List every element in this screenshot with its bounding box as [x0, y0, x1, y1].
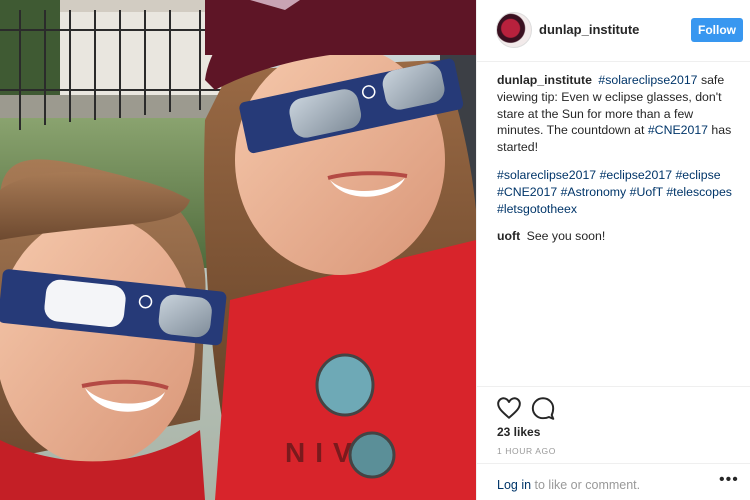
- hashtag-link[interactable]: #solareclipse2017: [598, 73, 697, 87]
- hashtag-comment: #solareclipse2017 #eclipse2017 #eclipse …: [497, 167, 743, 217]
- post-photo[interactable]: NIV: [0, 0, 476, 500]
- caption-username[interactable]: dunlap_institute: [497, 73, 592, 87]
- more-options-icon[interactable]: •••: [719, 472, 741, 490]
- hashtag-link[interactable]: #letsgototheex: [497, 202, 577, 216]
- hashtag-link[interactable]: #UofT: [630, 185, 663, 199]
- svg-text:NIV: NIV: [285, 437, 362, 468]
- hashtag-link[interactable]: #eclipse2017: [600, 168, 672, 182]
- post-side-panel: dunlap_institute Follow dunlap_institute…: [476, 0, 750, 500]
- post-actions: 23 likes 1 HOUR AGO Log in to like or co…: [477, 386, 750, 498]
- post-username[interactable]: dunlap_institute: [539, 22, 639, 37]
- login-link[interactable]: Log in: [497, 478, 531, 492]
- hashtag-link[interactable]: #eclipse: [675, 168, 720, 182]
- reply-username[interactable]: uoft: [497, 229, 520, 243]
- hashtag-link[interactable]: #CNE2017: [648, 123, 708, 137]
- login-prompt-row: Log in to like or comment. •••: [477, 463, 750, 499]
- comments-section: dunlap_institute #solareclipse2017 safe …: [497, 72, 743, 256]
- heart-icon[interactable]: [496, 395, 522, 421]
- caption-comment: dunlap_institute #solareclipse2017 safe …: [497, 72, 743, 156]
- login-prompt: Log in to like or comment.: [497, 478, 640, 492]
- hashtag-link[interactable]: #telescopes: [666, 185, 732, 199]
- hashtag-text: #solareclipse2017 #eclipse2017 #eclipse …: [497, 168, 732, 216]
- hashtag-link[interactable]: #solareclipse2017: [497, 168, 596, 182]
- post-timestamp: 1 HOUR AGO: [497, 446, 556, 456]
- hashtag-link[interactable]: #CNE2017: [497, 185, 557, 199]
- hashtag-link[interactable]: #Astronomy: [561, 185, 627, 199]
- comment-bubble-icon[interactable]: [530, 395, 556, 421]
- likes-count[interactable]: 23 likes: [497, 425, 540, 439]
- reply-text: See you soon!: [526, 229, 606, 244]
- reply-comment: uoft See you soon!: [497, 228, 743, 245]
- follow-button[interactable]: Follow: [691, 18, 743, 42]
- selfie-photo-illustration: NIV: [0, 0, 476, 500]
- avatar[interactable]: [496, 12, 532, 48]
- login-prompt-text: to like or comment.: [531, 478, 641, 492]
- post-header: dunlap_institute Follow: [477, 0, 750, 62]
